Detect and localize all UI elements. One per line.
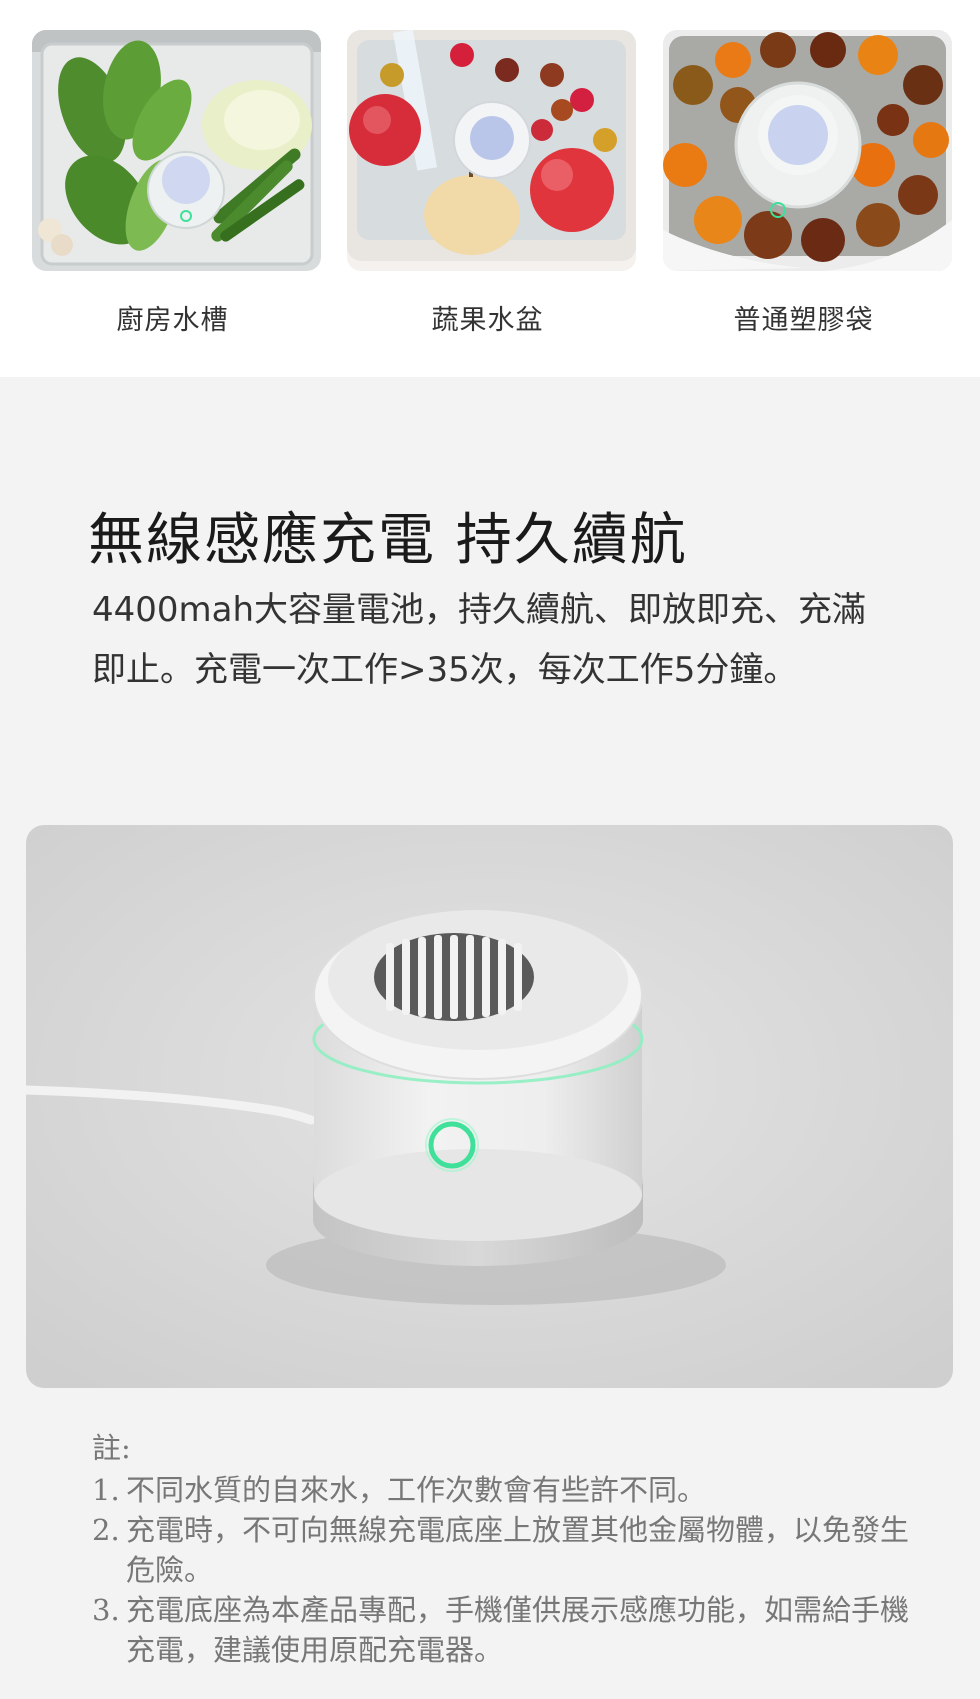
note-item: 2. 充電時，不可向無線充電底座上放置其他金屬物體，以免發生危險。 bbox=[92, 1510, 922, 1590]
product-photo-section bbox=[0, 805, 980, 1398]
note-number: 2. bbox=[92, 1513, 120, 1547]
scene-image-plastic-bag bbox=[663, 30, 952, 271]
scene-label-kitchen-sink: 廚房水槽 bbox=[116, 305, 229, 336]
notes-heading: 註: bbox=[92, 1431, 131, 1465]
wireless-charging-feature: 無線感應充電 持久續航 4400mah大容量電池，持久續航、即放即充、充滿即止。… bbox=[0, 377, 980, 805]
scene-label-fruit-basin: 蔬果水盆 bbox=[431, 305, 544, 336]
usage-scenes-gallery: 廚房水槽 蔬果水盆 普通塑膠袋 bbox=[0, 0, 980, 377]
note-item: 3. 充電底座為本產品專配，手機僅供展示感應功能，如需給手機充電，建議使用原配充… bbox=[92, 1590, 922, 1670]
feature-title: 無線感應充電 持久續航 bbox=[88, 508, 688, 573]
note-text: 充電底座為本產品專配，手機僅供展示感應功能，如需給手機充電，建議使用原配充電器。 bbox=[126, 1593, 910, 1667]
note-text: 不同水質的自來水，工作次數會有些許不同。 bbox=[126, 1473, 707, 1507]
scene-label-plastic-bag: 普通塑膠袋 bbox=[733, 305, 874, 336]
notes-list: 註: 1. 不同水質的自來水，工作次數會有些許不同。 2. 充電時，不可向無線充… bbox=[92, 1428, 922, 1670]
notes-section: 註: 1. 不同水質的自來水，工作次數會有些許不同。 2. 充電時，不可向無線充… bbox=[0, 1398, 980, 1699]
note-number: 3. bbox=[92, 1593, 120, 1627]
feature-description: 4400mah大容量電池，持久續航、即放即充、充滿即止。充電一次工作>35次，每… bbox=[92, 590, 867, 690]
scene-image-kitchen-sink bbox=[32, 30, 321, 271]
note-item: 1. 不同水質的自來水，工作次數會有些許不同。 bbox=[92, 1470, 922, 1510]
note-number: 1. bbox=[92, 1473, 120, 1507]
product-photo bbox=[26, 825, 953, 1388]
note-text: 充電時，不可向無線充電底座上放置其他金屬物體，以免發生危險。 bbox=[126, 1513, 910, 1587]
scene-image-fruit-basin bbox=[347, 30, 636, 271]
